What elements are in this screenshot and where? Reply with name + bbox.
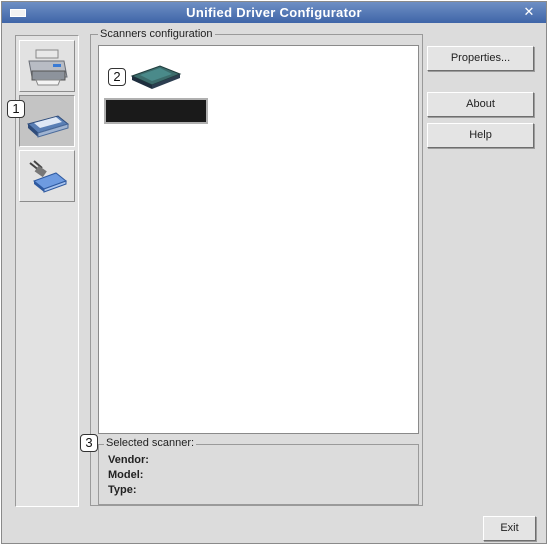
scanner-name-redacted[interactable] [104,98,208,124]
sidebar-item-scanners[interactable] [19,95,75,147]
callout-1: 1 [7,100,25,118]
close-icon: ✕ [523,4,535,19]
callout-2: 2 [108,68,126,86]
window-title: Unified Driver Configurator [186,5,362,20]
model-label: Model: [108,469,144,481]
help-button[interactable]: Help [427,123,534,148]
scanner-device-icon [130,65,182,89]
group-title: Scanners configuration [98,28,215,40]
close-button[interactable]: ✕ [520,4,538,20]
printer-icon [28,49,68,86]
about-button[interactable]: About [427,92,534,117]
callout-3: 3 [80,434,98,452]
main-window: Unified Driver Configurator ✕ 1 Scanners… [1,1,547,544]
exit-button[interactable]: Exit [483,516,536,541]
sidebar-item-printers[interactable] [19,40,75,92]
selected-scanner-label: Selected scanner: [104,437,197,449]
scanner-icon [26,115,70,138]
vendor-label: Vendor: [108,454,149,466]
properties-button[interactable]: Properties... [427,46,534,71]
title-bar: Unified Driver Configurator ✕ [2,2,546,23]
sidebar-item-ports[interactable] [19,150,75,202]
type-label: Type: [108,484,137,496]
port-icon [29,160,68,193]
scanner-list-item[interactable] [130,62,182,95]
